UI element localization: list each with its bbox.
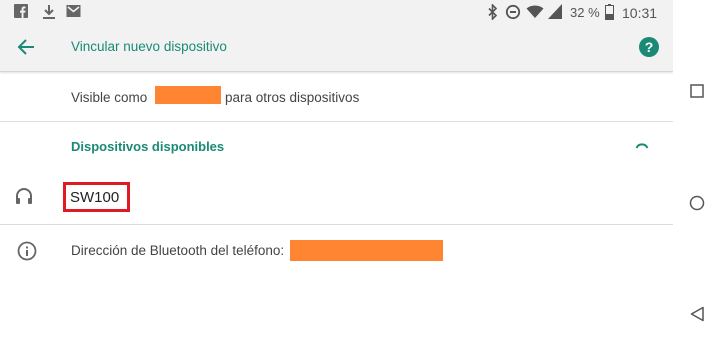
download-icon xyxy=(42,4,56,23)
wifi-icon xyxy=(526,4,544,22)
help-icon[interactable]: ? xyxy=(638,36,660,63)
mail-icon xyxy=(66,4,81,21)
app-bar: Vincular nuevo dispositivo ? xyxy=(0,26,673,72)
divider xyxy=(0,224,673,225)
recents-square-icon[interactable] xyxy=(690,84,704,103)
loading-spinner-icon xyxy=(634,138,650,159)
home-circle-icon[interactable] xyxy=(689,195,705,216)
redacted-bluetooth-address xyxy=(290,240,443,261)
device-name[interactable]: SW100 xyxy=(70,189,119,206)
svg-text:?: ? xyxy=(645,39,654,55)
page-title: Vincular nuevo dispositivo xyxy=(71,39,227,54)
divider xyxy=(0,121,673,122)
arrow-back-icon[interactable] xyxy=(17,38,35,61)
settings-screen: 32 % 10:31 Vincular nuevo dispositivo ? … xyxy=(0,0,673,360)
battery-percent: 32 % xyxy=(570,5,600,20)
status-bar: 32 % 10:31 xyxy=(0,0,673,26)
signal-icon xyxy=(548,4,562,22)
available-devices-title: Dispositivos disponibles xyxy=(71,139,225,154)
navigation-bar xyxy=(673,0,720,360)
facebook-icon xyxy=(14,4,28,21)
clock: 10:31 xyxy=(622,5,658,21)
redacted-device-name xyxy=(155,86,221,104)
visible-as-prefix: Visible como xyxy=(71,90,148,105)
back-triangle-icon[interactable] xyxy=(690,306,704,327)
visible-as-suffix: para otros dispositivos xyxy=(225,90,360,105)
bluetooth-address-label: Dirección de Bluetooth del teléfono: xyxy=(71,243,285,258)
info-icon xyxy=(17,241,37,266)
bluetooth-icon xyxy=(487,3,499,23)
headset-icon xyxy=(14,187,34,212)
battery-icon xyxy=(605,4,614,23)
data-saver-icon xyxy=(505,4,521,23)
